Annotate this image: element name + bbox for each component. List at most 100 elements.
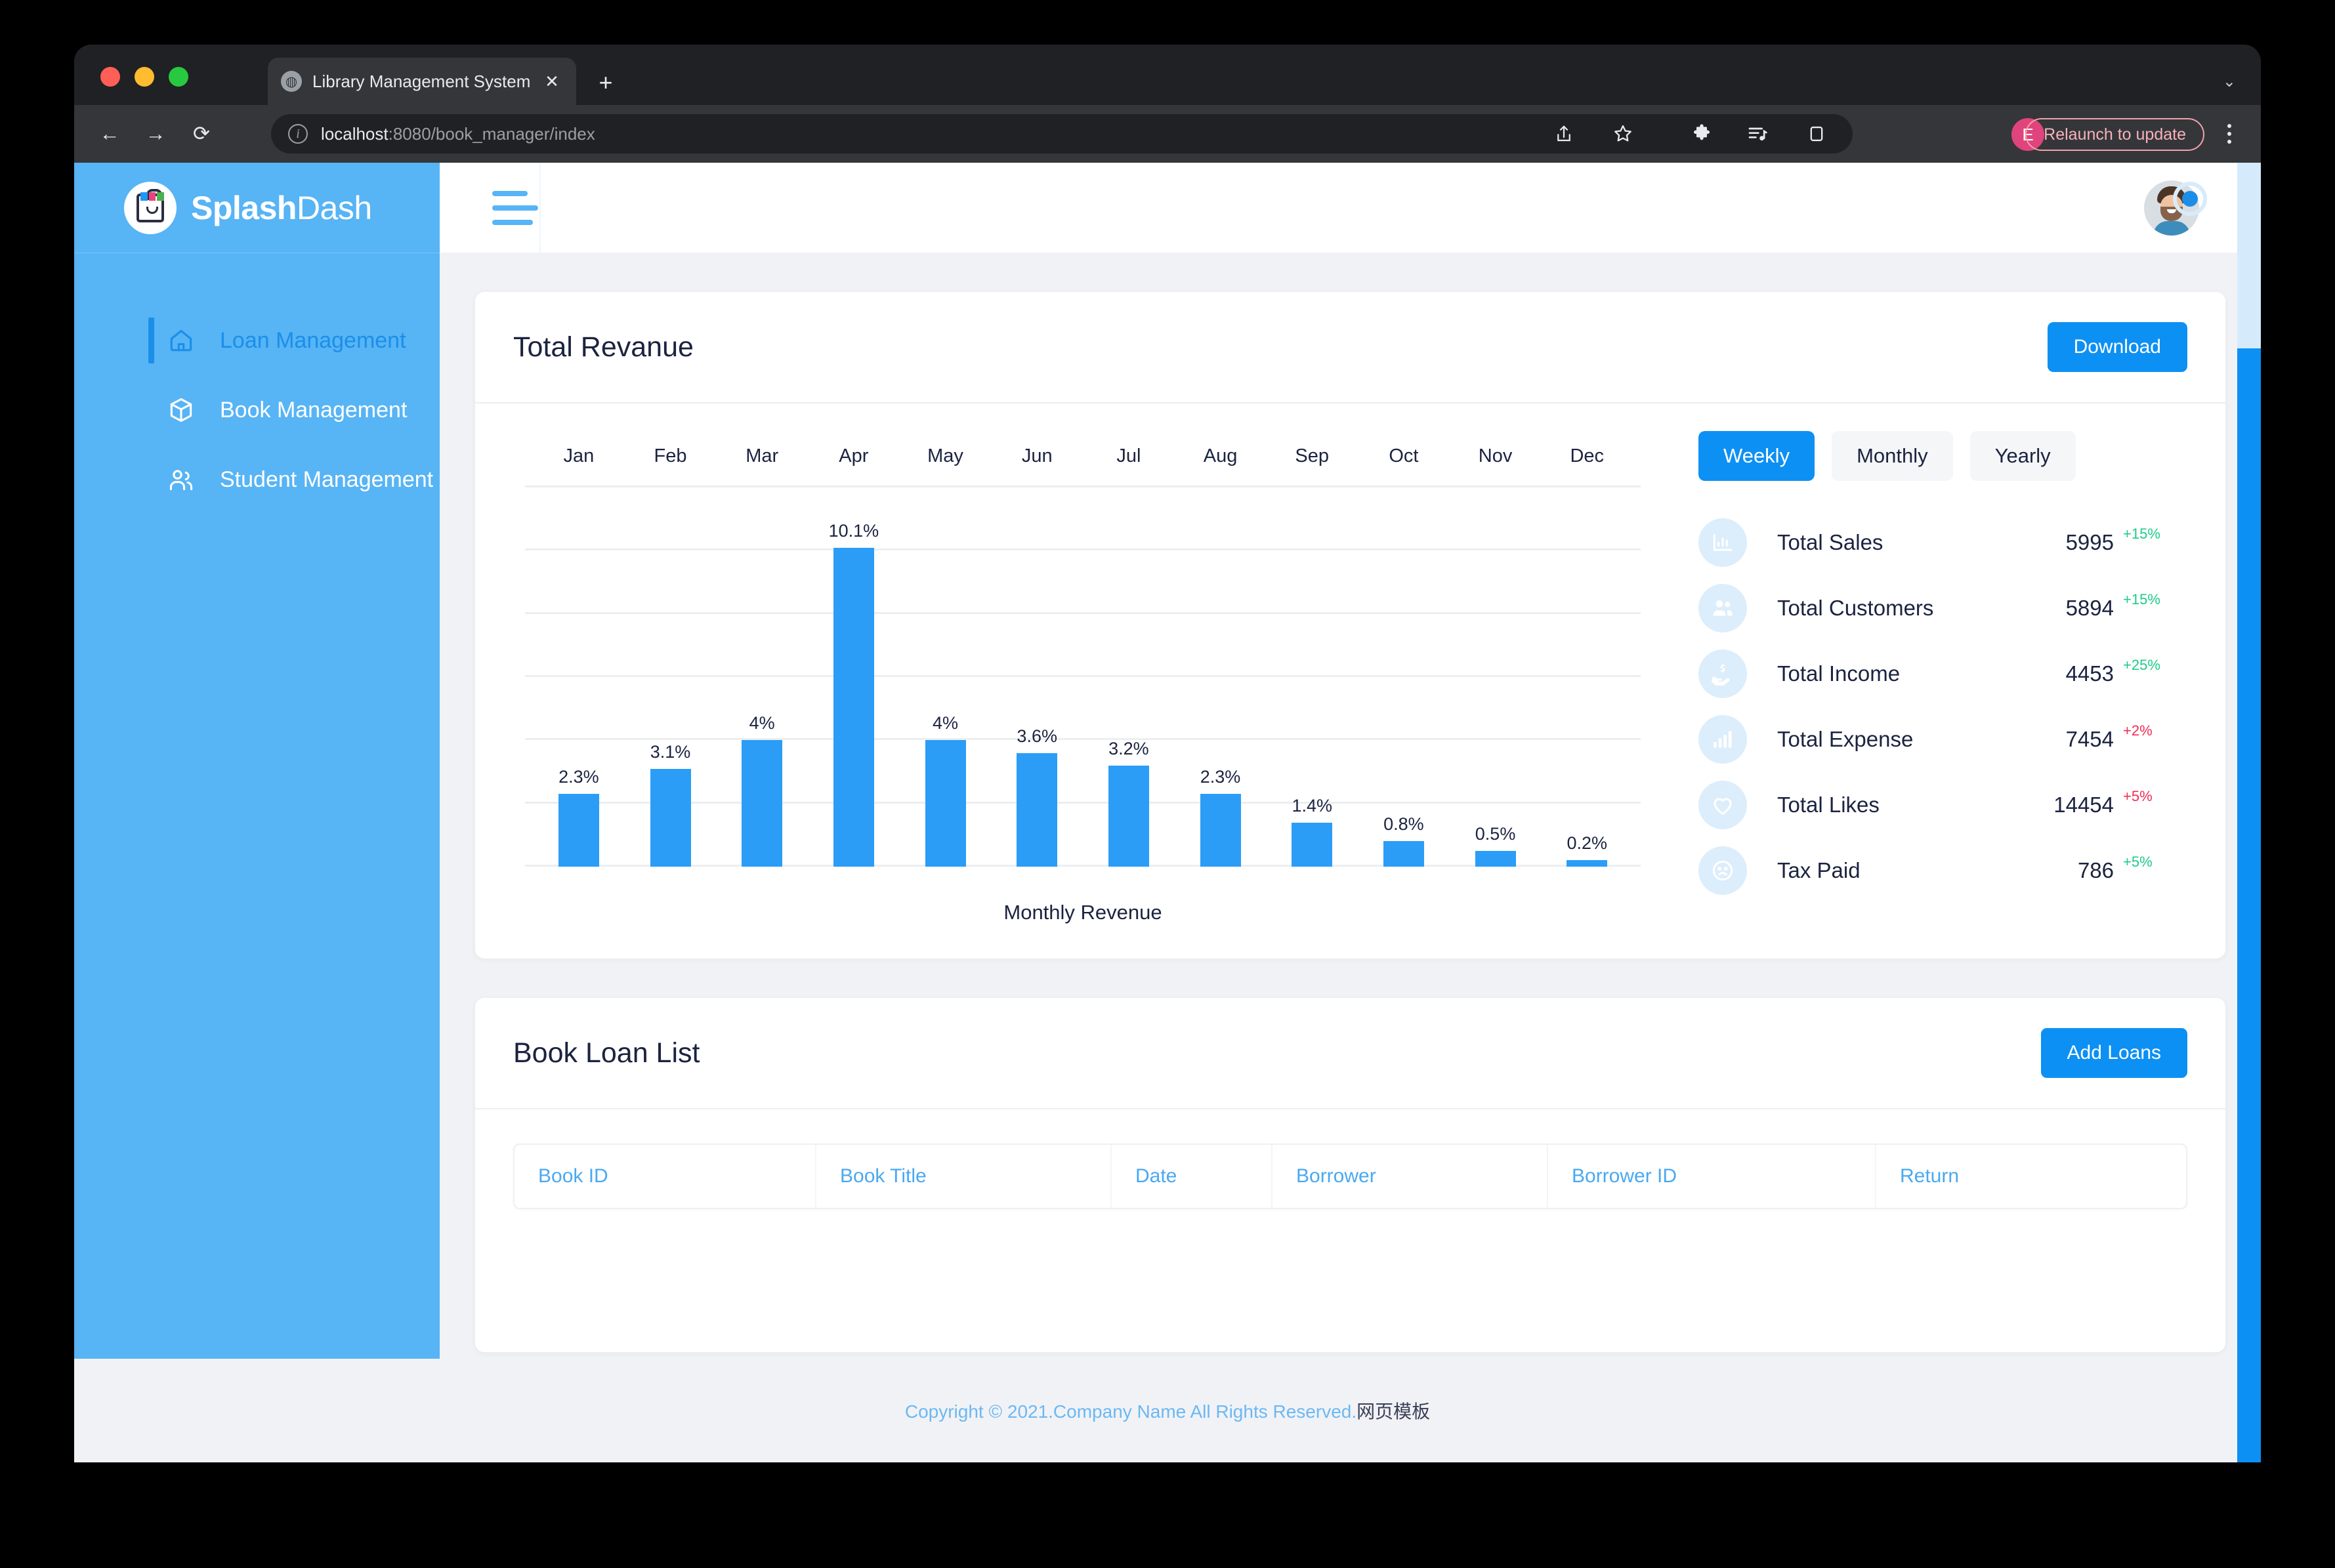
add-loans-button[interactable]: Add Loans bbox=[2040, 1028, 2187, 1078]
loan-table: Book ID Book Title Date Borrower Borrowe… bbox=[475, 1109, 2225, 1209]
stat-label: Total Likes bbox=[1777, 793, 1880, 817]
stat-row[interactable]: Total Sales 5995 +15% bbox=[1698, 510, 2186, 575]
home-icon bbox=[166, 325, 196, 356]
column-header-date[interactable]: Date bbox=[1112, 1145, 1273, 1208]
page-viewport: SplashDash Loan Management Book Manageme… bbox=[74, 163, 2261, 1462]
forward-button[interactable]: → bbox=[137, 115, 174, 152]
chart-bar[interactable] bbox=[1567, 860, 1608, 867]
browser-window: ◍ Library Management System ✕ + ⌄ ← → ⟳ … bbox=[74, 45, 2261, 1462]
browser-toolbar: ← → ⟳ i localhost:8080/book_manager/inde… bbox=[74, 105, 2261, 163]
card-header: Book Loan List Add Loans bbox=[475, 998, 2225, 1109]
app-logo[interactable]: SplashDash bbox=[74, 163, 440, 253]
stat-row[interactable]: Total Likes 14454 +5% bbox=[1698, 772, 2186, 838]
chart-x-tick: Jul bbox=[1116, 445, 1141, 466]
window-traffic-lights bbox=[100, 67, 188, 87]
sidebar-item-student-management[interactable]: Student Management bbox=[74, 445, 440, 514]
tab-weekly[interactable]: Weekly bbox=[1698, 431, 1815, 481]
chart-bar[interactable] bbox=[833, 547, 874, 867]
scrollbar-thumb[interactable] bbox=[2237, 348, 2261, 1462]
stat-delta-badge: +15% bbox=[2123, 526, 2160, 542]
chart-bar-group[interactable]: 3.2% bbox=[1083, 487, 1175, 867]
card-header: Total Revanue Download bbox=[475, 292, 2225, 403]
stat-row[interactable]: Total Expense 7454 +2% bbox=[1698, 707, 2186, 772]
tab-monthly[interactable]: Monthly bbox=[1832, 431, 1953, 481]
column-header-book-title[interactable]: Book Title bbox=[816, 1145, 1112, 1208]
chart-bar-group[interactable]: 4% bbox=[900, 487, 992, 867]
stat-value: 5894 bbox=[2065, 596, 2114, 620]
topbar-divider bbox=[539, 163, 541, 253]
stat-label: Total Sales bbox=[1777, 530, 1883, 554]
chart-bar-group[interactable]: 2.3% bbox=[1175, 487, 1267, 867]
chart-bar[interactable] bbox=[1200, 794, 1241, 867]
stat-row[interactable]: Total Income 4453 +25% bbox=[1698, 641, 2186, 707]
relaunch-to-update-button[interactable]: Relaunch to update bbox=[2025, 118, 2204, 151]
chart-bar[interactable] bbox=[1475, 850, 1516, 867]
share-icon[interactable] bbox=[1549, 119, 1578, 148]
bar-chart-solid-icon bbox=[1698, 715, 1747, 764]
browser-menu-icon[interactable] bbox=[2218, 119, 2241, 148]
chart-bar-value-label: 3.2% bbox=[1108, 738, 1149, 758]
chart-bar-value-label: 4% bbox=[749, 713, 775, 733]
chart-bar-group[interactable]: 0.2% bbox=[1541, 487, 1633, 867]
browser-tab[interactable]: ◍ Library Management System ✕ bbox=[268, 58, 576, 105]
avatar[interactable] bbox=[2144, 180, 2207, 236]
status-badge bbox=[2182, 190, 2198, 207]
hand-dollar-icon bbox=[1698, 650, 1747, 698]
chart-bar-value-label: 3.1% bbox=[650, 741, 691, 762]
back-button[interactable]: ← bbox=[91, 115, 128, 152]
column-header-return[interactable]: Return bbox=[1876, 1145, 2186, 1208]
info-icon[interactable]: i bbox=[288, 124, 308, 144]
chart-bar[interactable] bbox=[1017, 753, 1058, 867]
sidebar-item-loan-management[interactable]: Loan Management bbox=[74, 306, 440, 375]
stat-row[interactable]: Total Customers 5894 +15% bbox=[1698, 575, 2186, 641]
bookmark-star-icon[interactable] bbox=[1609, 119, 1637, 148]
chart-bar-group[interactable]: 3.6% bbox=[991, 487, 1083, 867]
sidebar-item-label: Student Management bbox=[220, 466, 434, 492]
download-button[interactable]: Download bbox=[2047, 322, 2187, 372]
sad-face-icon bbox=[1698, 846, 1747, 895]
sidepanel-icon[interactable] bbox=[1802, 119, 1831, 148]
chart-bar[interactable] bbox=[742, 740, 783, 867]
tab-yearly[interactable]: Yearly bbox=[1969, 431, 2076, 481]
chart-bar-group[interactable]: 0.8% bbox=[1358, 487, 1450, 867]
chart-bar[interactable] bbox=[1383, 841, 1424, 867]
hamburger-menu-icon[interactable] bbox=[492, 189, 538, 227]
page-scrollbar[interactable] bbox=[2237, 163, 2261, 1462]
chart-bar-group[interactable]: 4% bbox=[716, 487, 808, 867]
chart-bar-group[interactable]: 1.4% bbox=[1266, 487, 1358, 867]
chart-bar-value-label: 1.4% bbox=[1292, 795, 1332, 815]
new-tab-button[interactable]: + bbox=[593, 69, 619, 96]
status-ring bbox=[2173, 181, 2207, 216]
chart-bar-value-label: 2.3% bbox=[1200, 767, 1241, 787]
bar-chart-outline-icon bbox=[1698, 518, 1747, 567]
chart-bar[interactable] bbox=[650, 768, 691, 867]
maximize-window-button[interactable] bbox=[169, 67, 188, 87]
column-header-borrower[interactable]: Borrower bbox=[1273, 1145, 1548, 1208]
chevron-down-icon[interactable]: ⌄ bbox=[2223, 72, 2236, 91]
chart-bar-group[interactable]: 3.1% bbox=[625, 487, 717, 867]
close-icon[interactable]: ✕ bbox=[541, 70, 563, 93]
stat-row[interactable]: Tax Paid 786 +5% bbox=[1698, 838, 2186, 903]
stat-value: 5995 bbox=[2065, 530, 2114, 554]
chart-bar-group[interactable]: 10.1% bbox=[808, 487, 900, 867]
chart-bar[interactable] bbox=[558, 794, 599, 867]
media-playlist-icon[interactable] bbox=[1743, 119, 1772, 148]
table-header-row: Book ID Book Title Date Borrower Borrowe… bbox=[513, 1144, 2187, 1209]
extensions-puzzle-icon[interactable] bbox=[1687, 119, 1716, 148]
chart-x-tick: Oct bbox=[1389, 445, 1419, 466]
minimize-window-button[interactable] bbox=[135, 67, 154, 87]
chart-bar[interactable] bbox=[1292, 822, 1333, 867]
stat-list: Total Sales 5995 +15% Total Customers 5894 +1… bbox=[1698, 510, 2186, 903]
column-header-borrower-id[interactable]: Borrower ID bbox=[1548, 1145, 1876, 1208]
column-header-book-id[interactable]: Book ID bbox=[515, 1145, 816, 1208]
stat-delta-badge: +25% bbox=[2123, 657, 2160, 673]
sidebar-item-book-management[interactable]: Book Management bbox=[74, 375, 440, 445]
browser-tab-strip: ◍ Library Management System ✕ + ⌄ bbox=[74, 45, 2261, 105]
chart-x-tick: Jun bbox=[1021, 445, 1053, 466]
chart-bar[interactable] bbox=[1108, 765, 1149, 867]
close-window-button[interactable] bbox=[100, 67, 120, 87]
chart-bar-group[interactable]: 0.5% bbox=[1450, 487, 1542, 867]
chart-bar-group[interactable]: 2.3% bbox=[533, 487, 625, 867]
reload-button[interactable]: ⟳ bbox=[183, 115, 220, 152]
chart-bar[interactable] bbox=[925, 740, 966, 867]
